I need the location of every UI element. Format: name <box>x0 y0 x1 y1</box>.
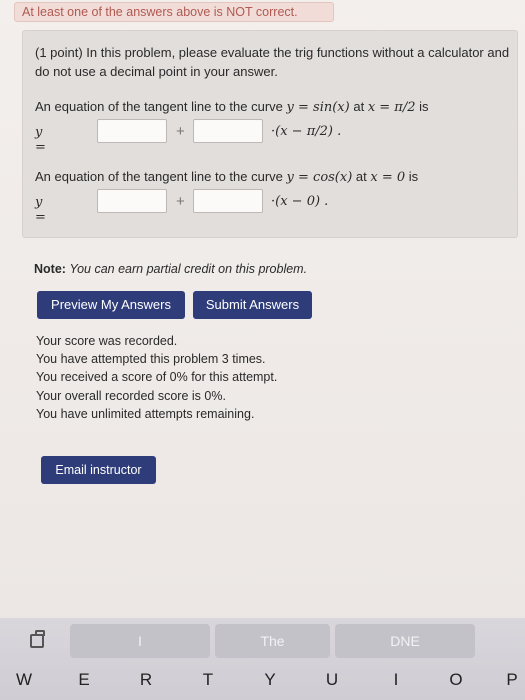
part2-y-label: y = <box>35 195 46 225</box>
part2-plus: + <box>176 193 185 210</box>
preview-answers-button[interactable]: Preview My Answers <box>37 291 185 319</box>
part2-intercept-input[interactable] <box>97 189 167 213</box>
score-summary: Your score was recorded. You have attemp… <box>36 332 277 423</box>
part1-point: x = π/2 <box>367 100 416 115</box>
onscreen-keyboard: I The DNE W E R T Y U I O P <box>0 618 525 700</box>
suggestion-2[interactable]: The <box>215 624 330 658</box>
score-line: You have attempted this problem 3 times. <box>36 352 266 367</box>
part1-plus: + <box>176 123 185 140</box>
part2-at: at <box>355 169 367 184</box>
part2-func: y = cos(x) <box>286 170 353 185</box>
submit-answers-button[interactable]: Submit Answers <box>193 291 312 319</box>
part1-at: at <box>353 99 365 114</box>
part2-point: x = 0 <box>370 170 406 185</box>
part1-y-label: y = <box>35 125 46 155</box>
email-instructor-button[interactable]: Email instructor <box>41 456 156 484</box>
key-y[interactable]: Y <box>258 670 282 690</box>
note-label: Note: <box>34 262 66 276</box>
part2-question: An equation of the tangent line to the c… <box>35 169 418 185</box>
score-line: You have unlimited attempts remaining. <box>36 406 255 421</box>
part2-suffix: is <box>408 169 419 184</box>
part1-prefix: An equation of the tangent line to the c… <box>35 99 283 114</box>
part1-question: An equation of the tangent line to the c… <box>35 99 429 115</box>
note-text: You can earn partial credit on this prob… <box>69 262 308 276</box>
webwork-page: At least one of the answers above is NOT… <box>0 0 525 618</box>
key-p[interactable]: P <box>500 670 524 690</box>
key-u[interactable]: U <box>320 670 344 690</box>
key-o[interactable]: O <box>444 670 468 690</box>
score-line: Your score was recorded. <box>36 334 178 348</box>
clipboard-icon[interactable] <box>30 630 45 648</box>
key-e[interactable]: E <box>72 670 96 690</box>
suggestion-1[interactable]: I <box>70 624 210 658</box>
key-i[interactable]: I <box>384 670 408 690</box>
part1-suffix: is <box>419 99 429 114</box>
key-r[interactable]: R <box>134 670 158 690</box>
part1-tail: ·(x − π/2) . <box>271 124 342 139</box>
score-line: Your overall recorded score is 0%. <box>36 388 226 403</box>
key-t[interactable]: T <box>196 670 220 690</box>
part2-prefix: An equation of the tangent line to the c… <box>35 169 283 184</box>
part1-func: y = sin(x) <box>286 100 350 115</box>
part2-tail: ·(x − 0) . <box>271 194 329 209</box>
problem-box: (1 point) In this problem, please evalua… <box>22 30 518 238</box>
suggestion-3[interactable]: DNE <box>335 624 475 658</box>
warning-text: At least one of the answers above is NOT… <box>22 5 298 19</box>
part2-slope-input[interactable] <box>193 189 263 213</box>
score-line: You received a score of 0% for this atte… <box>36 370 278 385</box>
part1-intercept-input[interactable] <box>97 119 167 143</box>
problem-intro: (1 point) In this problem, please evalua… <box>35 45 510 79</box>
partial-credit-note: Note: You can earn partial credit on thi… <box>34 262 307 276</box>
part1-slope-input[interactable] <box>193 119 263 143</box>
key-w[interactable]: W <box>12 670 36 690</box>
